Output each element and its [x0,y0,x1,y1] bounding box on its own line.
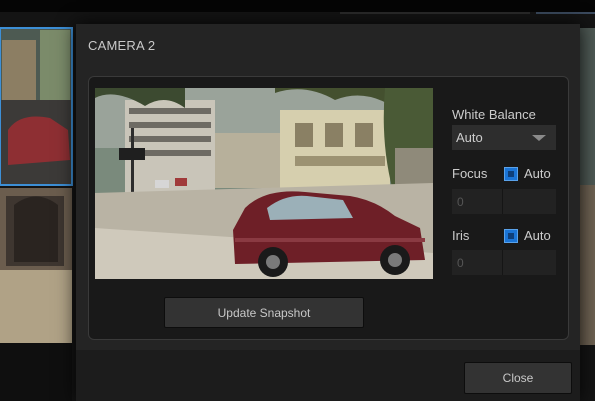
dialog-footer: Close [76,350,580,401]
iris-auto-label: Auto [524,228,551,243]
caret-down-icon [532,135,546,141]
camera-snapshot [95,88,433,279]
top-strip [0,0,595,12]
update-snapshot-button[interactable]: Update Snapshot [164,297,364,328]
iris-value: 0 [457,255,464,270]
focus-auto-label: Auto [524,166,551,181]
focus-auto-checkbox[interactable] [504,167,518,181]
camera-settings-dialog: CAMERA 2 Update Snapshot White Balance A… [76,24,580,401]
iris-value-field[interactable]: 0 [452,250,556,275]
iris-label: Iris [452,228,470,243]
camera-panel: Update Snapshot White Balance Auto Focus… [88,76,569,340]
close-button[interactable]: Close [464,362,572,394]
street-scene-image [95,88,433,279]
focus-label: Focus [452,166,488,181]
iris-auto-checkbox[interactable] [504,229,518,243]
dialog-title: CAMERA 2 [88,38,156,53]
white-balance-select[interactable]: Auto [452,125,556,150]
white-balance-label: White Balance [452,107,536,122]
focus-value-field[interactable]: 0 [452,189,556,214]
focus-value: 0 [457,194,464,209]
white-balance-value: Auto [456,130,483,145]
